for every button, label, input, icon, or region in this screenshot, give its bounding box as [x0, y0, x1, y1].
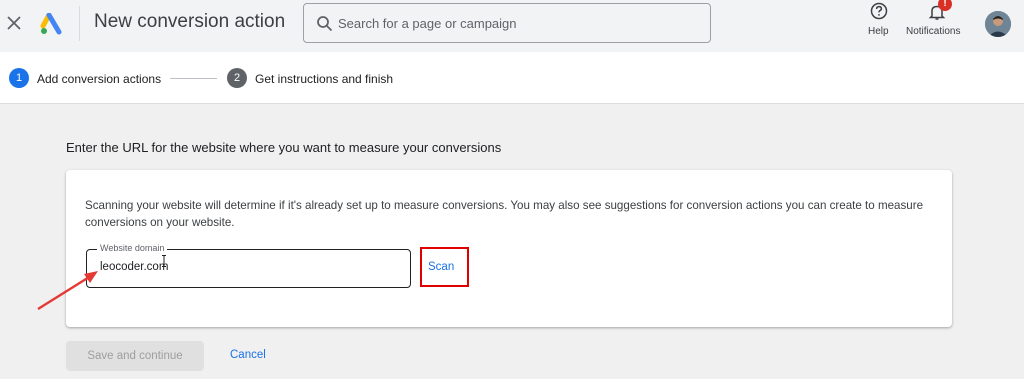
google-ads-logo-icon: [40, 13, 62, 35]
search-box[interactable]: [303, 3, 711, 43]
website-domain-input[interactable]: leocoder.com: [100, 261, 168, 273]
website-domain-field[interactable]: Website domain leocoder.com: [86, 243, 411, 288]
text-cursor-icon: [162, 255, 166, 267]
step-2-number: 2: [227, 68, 247, 88]
help-label: Help: [868, 26, 889, 37]
cancel-button[interactable]: Cancel: [230, 349, 266, 361]
page-title: New conversion action: [94, 11, 286, 32]
notifications-label: Notifications: [906, 26, 961, 37]
close-icon[interactable]: [5, 12, 23, 34]
step-2-label: Get instructions and finish: [255, 72, 394, 86]
step-connector: [170, 78, 217, 79]
step-1-label: Add conversion actions: [37, 72, 162, 86]
search-input[interactable]: [338, 4, 698, 42]
website-scan-card: Scanning your website will determine if …: [66, 170, 952, 327]
help-icon: [870, 2, 888, 20]
avatar[interactable]: [985, 11, 1011, 37]
header-divider: [79, 6, 80, 41]
section-title: Enter the URL for the website where you …: [66, 140, 502, 155]
search-icon: [317, 16, 333, 32]
help-button[interactable]: [866, 2, 892, 20]
scan-description: Scanning your website will determine if …: [85, 199, 924, 229]
save-and-continue-button[interactable]: Save and continue: [66, 341, 204, 371]
user-avatar-icon: [985, 11, 1011, 37]
website-domain-label: Website domain: [97, 243, 168, 253]
scan-button[interactable]: Scan: [428, 261, 454, 273]
notification-badge: !: [938, 0, 952, 11]
progress-stepper: 1 Add conversion actions 2 Get instructi…: [0, 52, 1024, 104]
scan-highlight-box: Scan: [420, 247, 469, 287]
top-app-bar: New conversion action Help ! Notificatio…: [0, 0, 1024, 52]
step-1-number: 1: [9, 68, 29, 88]
